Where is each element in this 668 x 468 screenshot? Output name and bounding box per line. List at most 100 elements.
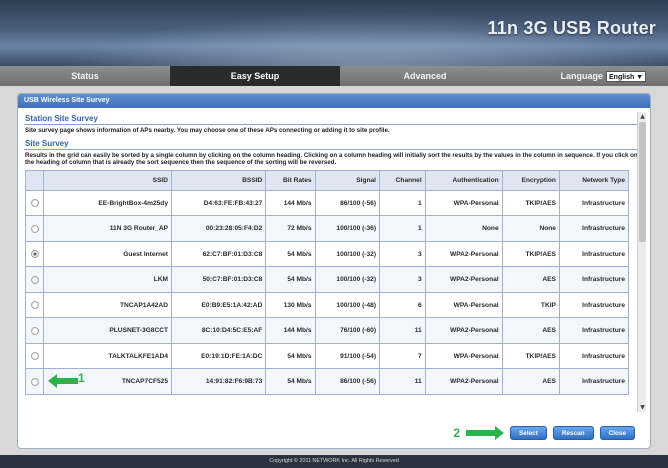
col-authentication[interactable]: Authentication — [424, 169, 503, 191]
ap-radio-button[interactable] — [30, 326, 39, 335]
cell-signal: 76/100 (-60) — [314, 317, 381, 344]
panel-content: Station Site Survey Site survey page sho… — [24, 112, 638, 412]
cell-signal: 100/100 (-36) — [314, 215, 381, 242]
table-row[interactable]: TNCAP1A42AD E0:B9:E5:1A:42:AD 130 Mb/s 100/… — [25, 291, 630, 319]
table-header-row: SSID BSSID Bit Rates Signal Channel Auth… — [25, 169, 630, 191]
cell-bssid: D4:63:FE:FB:43:27 — [170, 189, 267, 217]
cell-authentication: WPA-Personal — [424, 189, 503, 217]
cell-ssid: 11N 3G Router_AP — [43, 215, 172, 242]
col-encryption[interactable]: Encryption — [501, 169, 560, 191]
table-row[interactable]: Guest Internet 62:C7:BF:01:D3:C8 54 Mb/s 10… — [25, 240, 630, 268]
cell-bssid: E0:19:1D:FE:1A:DC — [170, 342, 267, 370]
ap-radio-button[interactable] — [30, 275, 39, 284]
cell-encryption: TKIP/AES — [501, 240, 560, 268]
col-ssid[interactable]: SSID — [43, 169, 172, 191]
ap-radio-button[interactable] — [30, 377, 39, 386]
step-2-label: 2 — [453, 426, 460, 440]
cell-encryption: None — [501, 215, 560, 242]
arrow-right-icon — [466, 426, 504, 440]
cell-network-type: Infrastructure — [558, 368, 630, 395]
row-select-cell — [25, 266, 44, 293]
language-label: Language — [560, 71, 603, 81]
table-row[interactable]: 11N 3G Router_AP 00:23:28:05:F4:D2 72 Mb/s… — [25, 215, 630, 242]
scroll-down-icon[interactable]: ▼ — [638, 403, 647, 412]
cell-network-type: Infrastructure — [558, 291, 630, 319]
cell-ssid: EE-BrightBox-4m25dy — [43, 189, 172, 217]
ap-table: SSID BSSID Bit Rates Signal Channel Auth… — [25, 169, 630, 395]
ap-radio-button[interactable] — [30, 301, 39, 310]
ap-radio-button[interactable] — [30, 250, 39, 259]
tab-easy-setup[interactable]: Easy Setup — [170, 66, 340, 86]
footer-copyright: Copyright © 2011 NETWORK Inc. All Rights… — [0, 455, 668, 468]
select-button[interactable]: Select — [510, 426, 547, 440]
cell-bit-rate: 144 Mb/s — [265, 317, 316, 344]
cell-channel: 11 — [379, 368, 426, 395]
cell-bit-rate: 54 Mb/s — [265, 342, 316, 370]
row-select-cell — [25, 291, 44, 319]
table-row[interactable]: EE-BrightBox-4m25dy D4:63:FE:FB:43:27 144 … — [25, 189, 630, 217]
cell-bssid: 8C:10:D4:5C:E5:AF — [170, 317, 267, 344]
table-row[interactable]: TNCAP7CF525 14:91:82:F6:9B:73 54 Mb/s 86/10… — [25, 368, 630, 395]
vertical-scrollbar[interactable]: ▲ ▼ — [637, 112, 646, 412]
cell-authentication: WPA2-Personal — [424, 368, 503, 395]
scroll-up-icon[interactable]: ▲ — [638, 112, 647, 121]
cell-authentication: WPA2-Personal — [424, 317, 503, 344]
col-signal[interactable]: Signal — [314, 169, 381, 191]
cell-channel: 11 — [379, 317, 426, 344]
language-area: Language English ▼ — [510, 66, 668, 86]
cell-bit-rate: 54 Mb/s — [265, 240, 316, 268]
cell-bit-rate: 54 Mb/s — [265, 266, 316, 293]
action-buttons: 2 Select Rescan Close — [453, 426, 635, 440]
cell-signal: 100/100 (-48) — [314, 291, 381, 319]
station-description: Site survey page shows information of AP… — [25, 127, 390, 134]
close-button[interactable]: Close — [599, 426, 635, 440]
cell-bssid: 14:91:82:F6:9B:73 — [170, 368, 267, 395]
cell-bit-rate: 144 Mb/s — [265, 189, 316, 217]
cell-bit-rate: 54 Mb/s — [265, 368, 316, 395]
cell-network-type: Infrastructure — [558, 342, 630, 370]
col-bit-rates[interactable]: Bit Rates — [265, 169, 316, 191]
cell-bssid: E0:B9:E5:1A:42:AD — [170, 291, 267, 319]
row-select-cell — [25, 189, 44, 217]
brand-title: 11n 3G USB Router — [487, 18, 656, 38]
row-select-cell — [25, 368, 44, 395]
col-network-type[interactable]: Network Type — [558, 169, 630, 191]
scroll-thumb[interactable] — [639, 122, 646, 242]
table-row[interactable]: PLUSNET-3G8CCT 8C:10:D4:5C:E5:AF 144 Mb/s 7… — [25, 317, 630, 344]
tab-status[interactable]: Status — [0, 66, 170, 86]
ap-radio-button[interactable] — [30, 224, 39, 233]
site-survey-heading: Site Survey — [24, 137, 638, 150]
step-1-label: 1 — [78, 371, 85, 385]
cell-channel: 1 — [379, 215, 426, 242]
station-heading: Station Site Survey — [24, 112, 638, 125]
cell-authentication: WPA2-Personal — [424, 266, 503, 293]
ap-radio-button[interactable] — [30, 199, 39, 208]
cell-bit-rate: 72 Mb/s — [265, 215, 316, 242]
cell-channel: 7 — [379, 342, 426, 370]
cell-encryption: TKIP/AES — [501, 342, 560, 370]
table-row[interactable]: LKM 50:C7:BF:01:D3:C8 54 Mb/s 100/100 (-32)… — [25, 266, 630, 293]
cell-ssid: Guest Internet — [43, 240, 172, 268]
cell-encryption: TKIP/AES — [501, 189, 560, 217]
ap-radio-button[interactable] — [30, 352, 39, 361]
cell-bssid: 00:23:28:05:F4:D2 — [170, 215, 267, 242]
col-bssid[interactable]: BSSID — [170, 169, 267, 191]
language-value: English — [609, 73, 635, 81]
row-select-cell — [25, 240, 44, 268]
cell-channel: 3 — [379, 266, 426, 293]
cell-network-type: Infrastructure — [558, 266, 630, 293]
panel-title: USB Wireless Site Survey — [18, 94, 650, 108]
cell-encryption: AES — [501, 368, 560, 395]
cell-signal: 86/100 (-56) — [314, 189, 381, 217]
rescan-button[interactable]: Rescan — [552, 426, 594, 440]
cell-ssid: LKM — [43, 266, 172, 293]
row-select-cell — [25, 342, 44, 370]
cell-signal: 91/100 (-54) — [314, 342, 381, 370]
main-nav: Status Easy Setup Advanced Language Engl… — [0, 66, 668, 86]
tab-advanced[interactable]: Advanced — [340, 66, 510, 86]
col-channel[interactable]: Channel — [379, 169, 426, 191]
language-select[interactable]: English ▼ — [606, 70, 646, 82]
cell-authentication: WPA-Personal — [424, 291, 503, 319]
cell-encryption: AES — [501, 266, 560, 293]
table-row[interactable]: TALKTALKFE1AD4 E0:19:1D:FE:1A:DC 54 Mb/s 91… — [25, 342, 630, 370]
